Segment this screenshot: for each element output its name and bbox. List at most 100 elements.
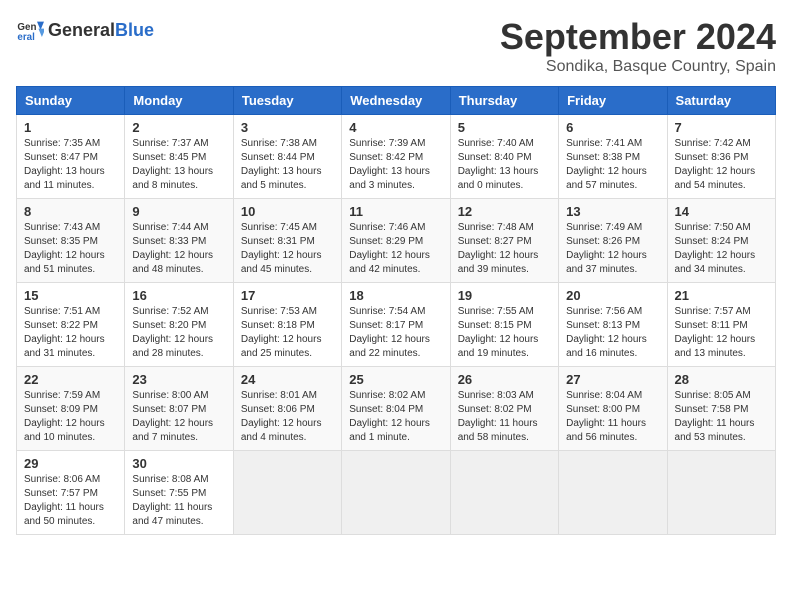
sunset-label: Sunset: 8:38 PM — [566, 152, 640, 163]
sunset-label: Sunset: 8:11 PM — [675, 320, 748, 331]
sunset-label: Sunset: 8:18 PM — [241, 320, 315, 331]
daylight-label: Daylight: 12 hours and 19 minutes. — [458, 334, 539, 359]
calendar-cell: 25 Sunrise: 8:02 AM Sunset: 8:04 PM Dayl… — [342, 367, 450, 451]
day-number: 28 — [675, 372, 768, 387]
day-number: 15 — [24, 288, 117, 303]
calendar-cell: 29 Sunrise: 8:06 AM Sunset: 7:57 PM Dayl… — [17, 451, 125, 535]
sunrise-label: Sunrise: 7:54 AM — [349, 306, 425, 317]
day-content: Sunrise: 7:44 AM Sunset: 8:33 PM Dayligh… — [132, 221, 225, 277]
weekday-header-saturday: Saturday — [667, 87, 775, 115]
day-number: 2 — [132, 120, 225, 135]
sunset-label: Sunset: 8:09 PM — [24, 404, 98, 415]
daylight-label: Daylight: 12 hours and 4 minutes. — [241, 418, 322, 443]
day-number: 26 — [458, 372, 551, 387]
calendar-cell: 26 Sunrise: 8:03 AM Sunset: 8:02 PM Dayl… — [450, 367, 558, 451]
day-content: Sunrise: 7:52 AM Sunset: 8:20 PM Dayligh… — [132, 305, 225, 361]
weekday-header-thursday: Thursday — [450, 87, 558, 115]
sunrise-label: Sunrise: 7:53 AM — [241, 306, 317, 317]
day-content: Sunrise: 7:49 AM Sunset: 8:26 PM Dayligh… — [566, 221, 659, 277]
sunset-label: Sunset: 7:55 PM — [132, 488, 206, 499]
calendar-cell: 7 Sunrise: 7:42 AM Sunset: 8:36 PM Dayli… — [667, 115, 775, 199]
calendar-cell: 11 Sunrise: 7:46 AM Sunset: 8:29 PM Dayl… — [342, 199, 450, 283]
daylight-label: Daylight: 12 hours and 7 minutes. — [132, 418, 213, 443]
day-number: 20 — [566, 288, 659, 303]
calendar-cell: 3 Sunrise: 7:38 AM Sunset: 8:44 PM Dayli… — [233, 115, 341, 199]
sunset-label: Sunset: 8:07 PM — [132, 404, 206, 415]
daylight-label: Daylight: 12 hours and 10 minutes. — [24, 418, 105, 443]
sunset-label: Sunset: 8:47 PM — [24, 152, 98, 163]
day-number: 16 — [132, 288, 225, 303]
sunset-label: Sunset: 8:29 PM — [349, 236, 423, 247]
weekday-header-sunday: Sunday — [17, 87, 125, 115]
day-number: 5 — [458, 120, 551, 135]
calendar-cell: 15 Sunrise: 7:51 AM Sunset: 8:22 PM Dayl… — [17, 283, 125, 367]
sunrise-label: Sunrise: 7:38 AM — [241, 138, 317, 149]
day-content: Sunrise: 8:03 AM Sunset: 8:02 PM Dayligh… — [458, 389, 551, 445]
calendar-week-row: 22 Sunrise: 7:59 AM Sunset: 8:09 PM Dayl… — [17, 367, 776, 451]
day-content: Sunrise: 7:45 AM Sunset: 8:31 PM Dayligh… — [241, 221, 334, 277]
calendar-cell: 8 Sunrise: 7:43 AM Sunset: 8:35 PM Dayli… — [17, 199, 125, 283]
sunset-label: Sunset: 8:45 PM — [132, 152, 206, 163]
sunrise-label: Sunrise: 7:48 AM — [458, 222, 534, 233]
sunrise-label: Sunrise: 7:37 AM — [132, 138, 208, 149]
sunrise-label: Sunrise: 7:35 AM — [24, 138, 100, 149]
sunrise-label: Sunrise: 7:55 AM — [458, 306, 534, 317]
sunset-label: Sunset: 8:27 PM — [458, 236, 532, 247]
weekday-header-wednesday: Wednesday — [342, 87, 450, 115]
calendar-cell: 13 Sunrise: 7:49 AM Sunset: 8:26 PM Dayl… — [559, 199, 667, 283]
sunset-label: Sunset: 8:00 PM — [566, 404, 640, 415]
sunrise-label: Sunrise: 8:06 AM — [24, 474, 100, 485]
day-number: 19 — [458, 288, 551, 303]
daylight-label: Daylight: 13 hours and 5 minutes. — [241, 166, 322, 191]
day-content: Sunrise: 7:56 AM Sunset: 8:13 PM Dayligh… — [566, 305, 659, 361]
calendar-cell — [667, 451, 775, 535]
sunset-label: Sunset: 8:04 PM — [349, 404, 423, 415]
month-title: September 2024 — [500, 16, 776, 58]
daylight-label: Daylight: 12 hours and 45 minutes. — [241, 250, 322, 275]
daylight-label: Daylight: 12 hours and 51 minutes. — [24, 250, 105, 275]
weekday-header-friday: Friday — [559, 87, 667, 115]
sunrise-label: Sunrise: 7:45 AM — [241, 222, 317, 233]
daylight-label: Daylight: 11 hours and 47 minutes. — [132, 502, 212, 527]
day-number: 9 — [132, 204, 225, 219]
sunrise-label: Sunrise: 7:49 AM — [566, 222, 642, 233]
daylight-label: Daylight: 13 hours and 3 minutes. — [349, 166, 430, 191]
calendar-week-row: 15 Sunrise: 7:51 AM Sunset: 8:22 PM Dayl… — [17, 283, 776, 367]
day-number: 1 — [24, 120, 117, 135]
calendar-cell: 1 Sunrise: 7:35 AM Sunset: 8:47 PM Dayli… — [17, 115, 125, 199]
day-number: 7 — [675, 120, 768, 135]
calendar-cell: 12 Sunrise: 7:48 AM Sunset: 8:27 PM Dayl… — [450, 199, 558, 283]
daylight-label: Daylight: 13 hours and 8 minutes. — [132, 166, 213, 191]
calendar-cell: 14 Sunrise: 7:50 AM Sunset: 8:24 PM Dayl… — [667, 199, 775, 283]
daylight-label: Daylight: 12 hours and 57 minutes. — [566, 166, 647, 191]
calendar-cell: 2 Sunrise: 7:37 AM Sunset: 8:45 PM Dayli… — [125, 115, 233, 199]
sunrise-label: Sunrise: 8:01 AM — [241, 390, 317, 401]
calendar-cell: 21 Sunrise: 7:57 AM Sunset: 8:11 PM Dayl… — [667, 283, 775, 367]
day-number: 29 — [24, 456, 117, 471]
daylight-label: Daylight: 12 hours and 25 minutes. — [241, 334, 322, 359]
title-area: September 2024 Sondika, Basque Country, … — [500, 16, 776, 76]
day-number: 18 — [349, 288, 442, 303]
sunset-label: Sunset: 8:35 PM — [24, 236, 98, 247]
day-number: 27 — [566, 372, 659, 387]
sunrise-label: Sunrise: 7:51 AM — [24, 306, 100, 317]
day-content: Sunrise: 7:50 AM Sunset: 8:24 PM Dayligh… — [675, 221, 768, 277]
sunrise-label: Sunrise: 7:50 AM — [675, 222, 751, 233]
day-content: Sunrise: 7:42 AM Sunset: 8:36 PM Dayligh… — [675, 137, 768, 193]
day-content: Sunrise: 7:35 AM Sunset: 8:47 PM Dayligh… — [24, 137, 117, 193]
calendar-cell: 9 Sunrise: 7:44 AM Sunset: 8:33 PM Dayli… — [125, 199, 233, 283]
sunset-label: Sunset: 8:31 PM — [241, 236, 315, 247]
daylight-label: Daylight: 11 hours and 50 minutes. — [24, 502, 104, 527]
sunrise-label: Sunrise: 8:00 AM — [132, 390, 208, 401]
day-content: Sunrise: 8:08 AM Sunset: 7:55 PM Dayligh… — [132, 473, 225, 529]
sunset-label: Sunset: 8:02 PM — [458, 404, 532, 415]
daylight-label: Daylight: 12 hours and 48 minutes. — [132, 250, 213, 275]
daylight-label: Daylight: 13 hours and 0 minutes. — [458, 166, 539, 191]
daylight-label: Daylight: 11 hours and 56 minutes. — [566, 418, 646, 443]
daylight-label: Daylight: 11 hours and 58 minutes. — [458, 418, 538, 443]
day-content: Sunrise: 7:54 AM Sunset: 8:17 PM Dayligh… — [349, 305, 442, 361]
calendar-cell — [450, 451, 558, 535]
sunset-label: Sunset: 8:44 PM — [241, 152, 315, 163]
weekday-header-monday: Monday — [125, 87, 233, 115]
calendar-cell: 20 Sunrise: 7:56 AM Sunset: 8:13 PM Dayl… — [559, 283, 667, 367]
